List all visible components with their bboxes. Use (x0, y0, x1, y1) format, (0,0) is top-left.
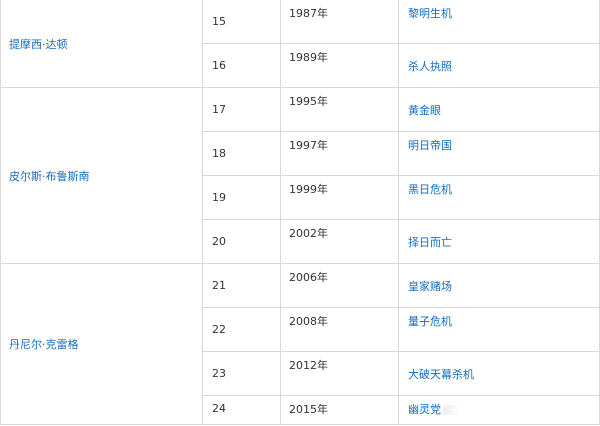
actor-link[interactable]: 丹尼尔·克雷格 (9, 338, 79, 351)
film-year: 1997年 (280, 131, 399, 176)
film-year: 2008年 (280, 307, 399, 352)
table-row: 丹尼尔·克雷格 21 2006年 皇家赌场 (0, 263, 600, 425)
film-number: 16 (202, 43, 281, 88)
film-cell: 量子危机 (398, 307, 600, 352)
film-link[interactable]: 幽灵党 (408, 403, 441, 416)
film-link[interactable]: 量子危机 (408, 315, 452, 328)
film-year: 1995年 (280, 87, 399, 132)
film-number: 19 (202, 175, 281, 220)
film-year: 1987年 (280, 0, 399, 44)
film-cell: 皇家赌场 (398, 263, 600, 308)
film-link[interactable]: 皇家赌场 (408, 280, 452, 293)
film-cell: 明日帝国 (398, 131, 600, 176)
film-year: 2002年 (280, 219, 399, 264)
film-cell: 幽灵党 (398, 395, 600, 425)
actor-link[interactable]: 皮尔斯·布鲁斯南 (9, 170, 90, 183)
film-number: 21 (202, 263, 281, 308)
actor-cell: 丹尼尔·克雷格 (0, 263, 203, 425)
film-number: 22 (202, 307, 281, 352)
table-row: 提摩西·达顿 15 1987年 黎明生机 (0, 0, 600, 88)
film-link[interactable]: 黎明生机 (408, 7, 452, 20)
film-cell: 大破天幕杀机 (398, 351, 600, 396)
film-number: 18 (202, 131, 281, 176)
film-link[interactable]: 明日帝国 (408, 139, 452, 152)
actor-cell: 提摩西·达顿 (0, 0, 203, 88)
film-cell: 黎明生机 (398, 0, 600, 44)
film-cell: 黑日危机 (398, 175, 600, 220)
film-link[interactable]: 杀人执照 (408, 60, 452, 73)
film-year: 2012年 (280, 351, 399, 396)
film-link[interactable]: 黄金眼 (408, 104, 441, 117)
film-cell: 黄金眼 (398, 87, 600, 132)
film-number: 24 (202, 395, 281, 425)
film-cell: 择日而亡 (398, 219, 600, 264)
film-year: 1989年 (280, 43, 399, 88)
film-number: 20 (202, 219, 281, 264)
truncation-fade (443, 405, 461, 415)
table-row: 皮尔斯·布鲁斯南 17 1995年 黄金眼 (0, 87, 600, 264)
film-link[interactable]: 大破天幕杀机 (408, 368, 474, 381)
film-year: 2006年 (280, 263, 399, 308)
actor-link[interactable]: 提摩西·达顿 (9, 38, 68, 51)
actor-cell: 皮尔斯·布鲁斯南 (0, 87, 203, 264)
film-year: 1999年 (280, 175, 399, 220)
film-number: 17 (202, 87, 281, 132)
bond-films-table: 提摩西·达顿 15 1987年 黎明生机 16 1989年 杀人执照 皮尔斯·布… (0, 0, 600, 425)
film-link[interactable]: 黑日危机 (408, 183, 452, 196)
film-year: 2015年 (280, 395, 399, 425)
film-number: 23 (202, 351, 281, 396)
film-cell: 杀人执照 (398, 43, 600, 88)
film-number: 15 (202, 0, 281, 44)
film-link[interactable]: 择日而亡 (408, 236, 452, 249)
